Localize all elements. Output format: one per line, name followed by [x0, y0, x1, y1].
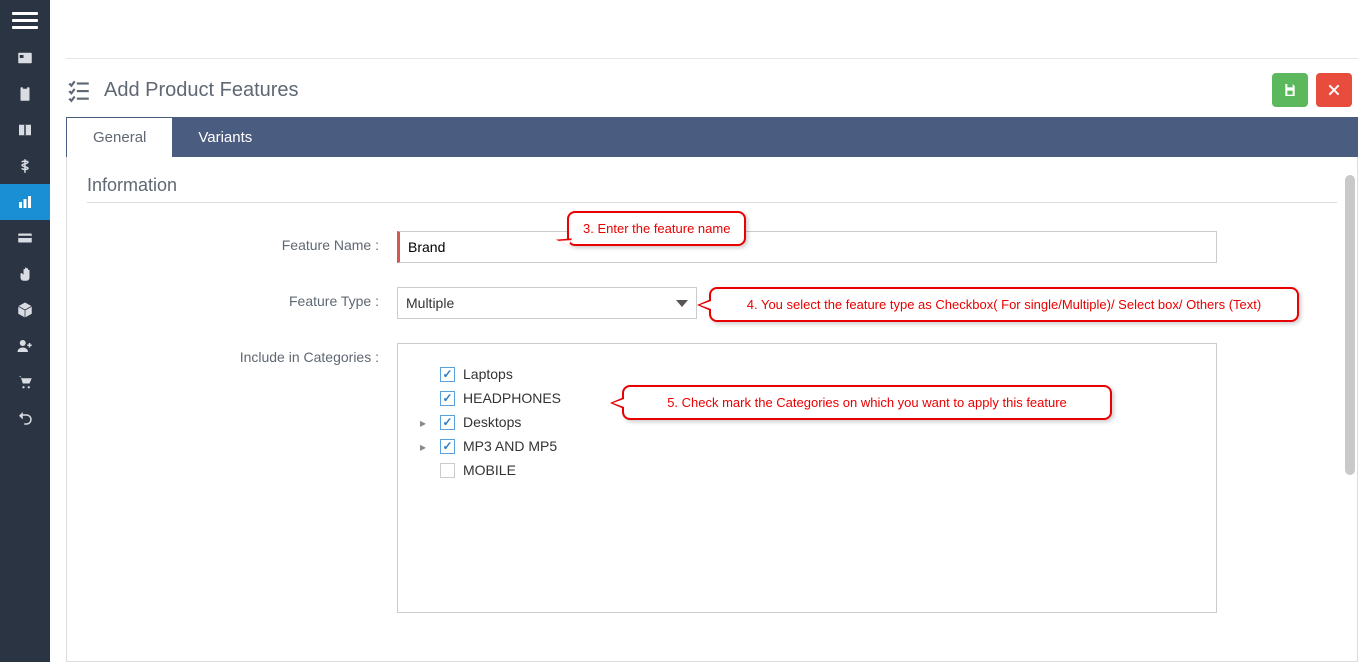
sidebar-item-card[interactable]: [0, 220, 50, 256]
page-title-wrap: Add Product Features: [66, 77, 299, 103]
sidebar-item-user-plus[interactable]: [0, 328, 50, 364]
close-icon: [1326, 82, 1342, 98]
category-tree: Laptops HEADPHONES Desktops: [397, 343, 1217, 613]
tab-general[interactable]: General: [67, 118, 172, 157]
tree-label: Laptops: [463, 366, 513, 382]
save-icon: [1282, 82, 1298, 98]
hamburger-menu[interactable]: [0, 0, 50, 40]
sidebar: [0, 0, 50, 662]
chevron-down-icon: [676, 300, 688, 307]
cart-icon: [16, 373, 34, 391]
checkbox[interactable]: [440, 367, 455, 382]
money-icon: [16, 157, 34, 175]
header-actions: [1272, 73, 1352, 107]
sidebar-item-cart[interactable]: [0, 364, 50, 400]
clipboard-icon: [16, 85, 34, 103]
feature-type-select[interactable]: Multiple: [397, 287, 697, 319]
tree-label: MP3 AND MP5: [463, 438, 557, 454]
tree-node-laptops[interactable]: Laptops: [420, 362, 1194, 386]
sidebar-item-clipboard[interactable]: [0, 76, 50, 112]
callout-categories: 5. Check mark the Categories on which yo…: [622, 385, 1112, 420]
sidebar-item-chart[interactable]: [0, 184, 50, 220]
tree-node-mobile[interactable]: MOBILE: [420, 458, 1194, 482]
tree-expander[interactable]: [420, 414, 432, 430]
callout-feature-name: 3. Enter the feature name: [567, 211, 746, 246]
feature-type-value: Multiple: [406, 295, 454, 311]
page-title: Add Product Features: [104, 79, 299, 102]
panel: Information Feature Name : Feature Type …: [66, 157, 1358, 662]
list-check-icon: [66, 77, 92, 103]
tree-label: Desktops: [463, 414, 521, 430]
callout-feature-type: 4. You select the feature type as Checkb…: [709, 287, 1299, 322]
sidebar-item-box[interactable]: [0, 292, 50, 328]
feature-name-input[interactable]: [397, 231, 1217, 263]
sidebar-item-undo[interactable]: [0, 400, 50, 436]
tree-node-mp3[interactable]: MP3 AND MP5: [420, 434, 1194, 458]
tree-expander[interactable]: [420, 438, 432, 454]
tree-label: MOBILE: [463, 462, 516, 478]
label-feature-name: Feature Name :: [87, 231, 397, 253]
sidebar-item-id-card[interactable]: [0, 40, 50, 76]
sidebar-item-money[interactable]: [0, 148, 50, 184]
id-card-icon: [16, 49, 34, 67]
undo-icon: [16, 409, 34, 427]
columns-icon: [16, 121, 34, 139]
checkbox[interactable]: [440, 439, 455, 454]
tabs-bar: General Variants: [66, 117, 1358, 157]
chart-icon: [16, 193, 34, 211]
user-plus-icon: [16, 337, 34, 355]
main: Add Product Features General Variants In…: [50, 0, 1366, 662]
save-button[interactable]: [1272, 73, 1308, 107]
close-button[interactable]: [1316, 73, 1352, 107]
page-header: Add Product Features: [66, 58, 1358, 117]
row-categories: Include in Categories : Laptops HEADPHON…: [87, 343, 1337, 613]
card-icon: [16, 229, 34, 247]
sidebar-item-hand[interactable]: [0, 256, 50, 292]
checkbox[interactable]: [440, 391, 455, 406]
tab-variants[interactable]: Variants: [172, 118, 278, 156]
label-categories: Include in Categories :: [87, 343, 397, 365]
scrollbar-thumb[interactable]: [1345, 175, 1355, 475]
tree-label: HEADPHONES: [463, 390, 561, 406]
label-feature-type: Feature Type :: [87, 287, 397, 309]
checkbox[interactable]: [440, 415, 455, 430]
hand-icon: [16, 265, 34, 283]
box-icon: [16, 301, 34, 319]
sidebar-item-columns[interactable]: [0, 112, 50, 148]
section-title: Information: [87, 175, 1337, 203]
checkbox[interactable]: [440, 463, 455, 478]
